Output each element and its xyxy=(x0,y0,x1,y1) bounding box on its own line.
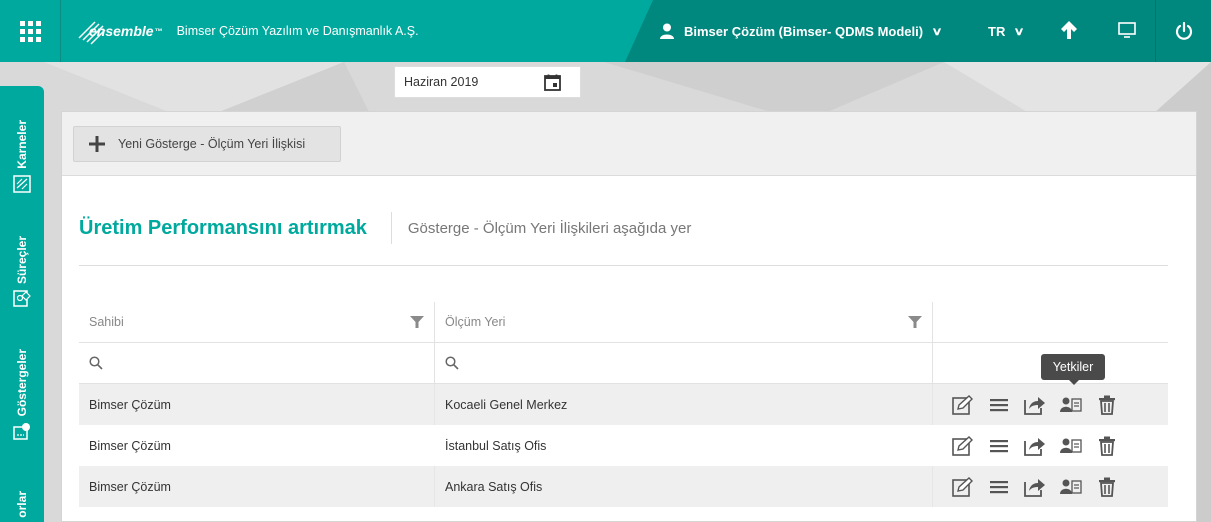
section-subtitle: Gösterge - Ölçüm Yeri İlişkileri aşağıda… xyxy=(407,219,692,237)
arrow-up-icon[interactable] xyxy=(1060,19,1078,41)
header-location-label: Ölçüm Yeri xyxy=(445,315,506,329)
owner-cell: Bimser Çözüm xyxy=(79,466,435,507)
share-icon[interactable] xyxy=(1022,433,1047,458)
chevron-down-icon: ∨ xyxy=(1013,25,1026,38)
delete-icon[interactable] xyxy=(1094,392,1119,417)
table-row[interactable]: Bimser Çözüm Ankara Satış Ofis xyxy=(79,466,1168,507)
language-label: TR xyxy=(988,23,1006,39)
location-search-input[interactable] xyxy=(435,343,933,383)
side-tab-label: Karneler xyxy=(15,120,29,169)
indicator-location-panel: Yeni Gösterge - Ölçüm Yeri İlişkisi Üret… xyxy=(61,111,1197,522)
indicator-icon xyxy=(13,423,30,441)
header-location[interactable]: Ölçüm Yeri xyxy=(435,302,933,342)
owner-cell: Bimser Çözüm xyxy=(79,384,435,425)
side-tab-raporlar[interactable]: orlar xyxy=(0,491,44,518)
location-cell: İstanbul Satış Ofis xyxy=(445,438,547,453)
logo-trademark: ™ xyxy=(154,26,163,36)
period-value: Haziran 2019 xyxy=(404,75,479,89)
panel-toolbar: Yeni Gösterge - Ölçüm Yeri İlişkisi xyxy=(62,112,1196,176)
list-icon[interactable] xyxy=(986,392,1011,417)
header-actions xyxy=(933,302,1168,342)
process-icon xyxy=(13,290,31,307)
owner-cell: Bimser Çözüm xyxy=(89,438,171,453)
edit-icon[interactable] xyxy=(950,392,975,417)
period-date-picker[interactable]: Haziran 2019 xyxy=(394,66,581,98)
side-tab-gostergeler[interactable]: Göstergeler xyxy=(0,349,44,441)
permissions-tooltip: Yetkiler xyxy=(1041,354,1105,385)
location-cell: Kocaeli Genel Merkez xyxy=(435,384,933,425)
action-icons xyxy=(950,474,1119,499)
table-row[interactable]: Bimser Çözüm İstanbul Satış Ofis xyxy=(79,425,1168,466)
side-tab-label: Göstergeler xyxy=(15,349,29,417)
side-nav: Karneler Süreçler Göstergeler orlar xyxy=(0,86,44,522)
side-tab-label: Süreçler xyxy=(15,236,29,285)
edit-icon[interactable] xyxy=(950,433,975,458)
plus-icon xyxy=(89,136,105,152)
apps-menu-button[interactable] xyxy=(0,0,61,62)
share-icon[interactable] xyxy=(1022,474,1047,499)
language-select[interactable]: TR ∨ xyxy=(988,0,1026,62)
title-divider xyxy=(390,212,392,244)
logout-button[interactable] xyxy=(1155,0,1211,62)
location-cell: Ankara Satış Ofis xyxy=(435,466,933,507)
owner-search-input[interactable] xyxy=(79,343,435,383)
edit-icon[interactable] xyxy=(950,474,975,499)
calendar-icon[interactable] xyxy=(544,74,561,91)
brand: ensemble ™ Bimser Çözüm Yazılım ve Danışm… xyxy=(77,16,419,46)
new-relation-label: Yeni Gösterge - Ölçüm Yeri İlişkisi xyxy=(118,137,306,151)
table-row[interactable]: Bimser Çözüm Kocaeli Genel Merkez xyxy=(79,384,1168,425)
section-header: Üretim Performansını artırmak Gösterge -… xyxy=(79,212,691,244)
search-icon xyxy=(89,356,103,370)
apps-grid-icon xyxy=(19,20,41,42)
filter-icon[interactable] xyxy=(410,316,424,328)
logo-text: ensemble xyxy=(89,23,154,39)
company-name: Bimser Çözüm Yazılım ve Danışmanlık A.Ş. xyxy=(176,24,419,38)
action-icons xyxy=(950,433,1119,458)
table-search-row xyxy=(79,343,1168,384)
scorecard-icon xyxy=(13,174,31,193)
side-tab-karneler[interactable]: Karneler xyxy=(0,120,44,193)
user-menu[interactable]: Bimser Çözüm (Bimser- QDMS Modeli) ∨ xyxy=(660,0,943,62)
table-header-row: Sahibi Ölçüm Yeri xyxy=(79,302,1168,343)
side-tab-label: orlar xyxy=(15,491,29,518)
list-icon[interactable] xyxy=(986,433,1011,458)
header-owner-label: Sahibi xyxy=(89,315,124,329)
permissions-icon[interactable] xyxy=(1058,392,1083,417)
share-icon[interactable] xyxy=(1022,392,1047,417)
user-icon xyxy=(660,23,674,39)
delete-icon[interactable] xyxy=(1094,433,1119,458)
search-icon xyxy=(445,356,459,370)
section-divider xyxy=(79,265,1168,266)
monitor-icon[interactable] xyxy=(1117,21,1137,39)
power-icon xyxy=(1175,21,1192,40)
side-tab-surecler[interactable]: Süreçler xyxy=(0,236,44,308)
row-actions xyxy=(933,384,1168,425)
indicator-title: Üretim Performansını artırmak xyxy=(79,216,367,239)
permissions-icon[interactable] xyxy=(1058,474,1083,499)
action-icons xyxy=(950,392,1119,417)
new-relation-button[interactable]: Yeni Gösterge - Ölçüm Yeri İlişkisi xyxy=(73,126,341,162)
relations-table: Sahibi Ölçüm Yeri Bimser Çözüm Kocaeli G… xyxy=(79,302,1168,507)
permissions-icon[interactable] xyxy=(1058,433,1083,458)
ensemble-logo[interactable]: ensemble ™ xyxy=(77,16,163,46)
row-actions xyxy=(933,466,1168,507)
chevron-down-icon: ∨ xyxy=(931,25,943,38)
filter-icon[interactable] xyxy=(908,316,922,328)
row-actions xyxy=(933,425,1168,466)
list-icon[interactable] xyxy=(986,474,1011,499)
header-owner[interactable]: Sahibi xyxy=(79,302,435,342)
delete-icon[interactable] xyxy=(1094,474,1119,499)
user-name: Bimser Çözüm (Bimser- QDMS Modeli) xyxy=(684,23,924,39)
